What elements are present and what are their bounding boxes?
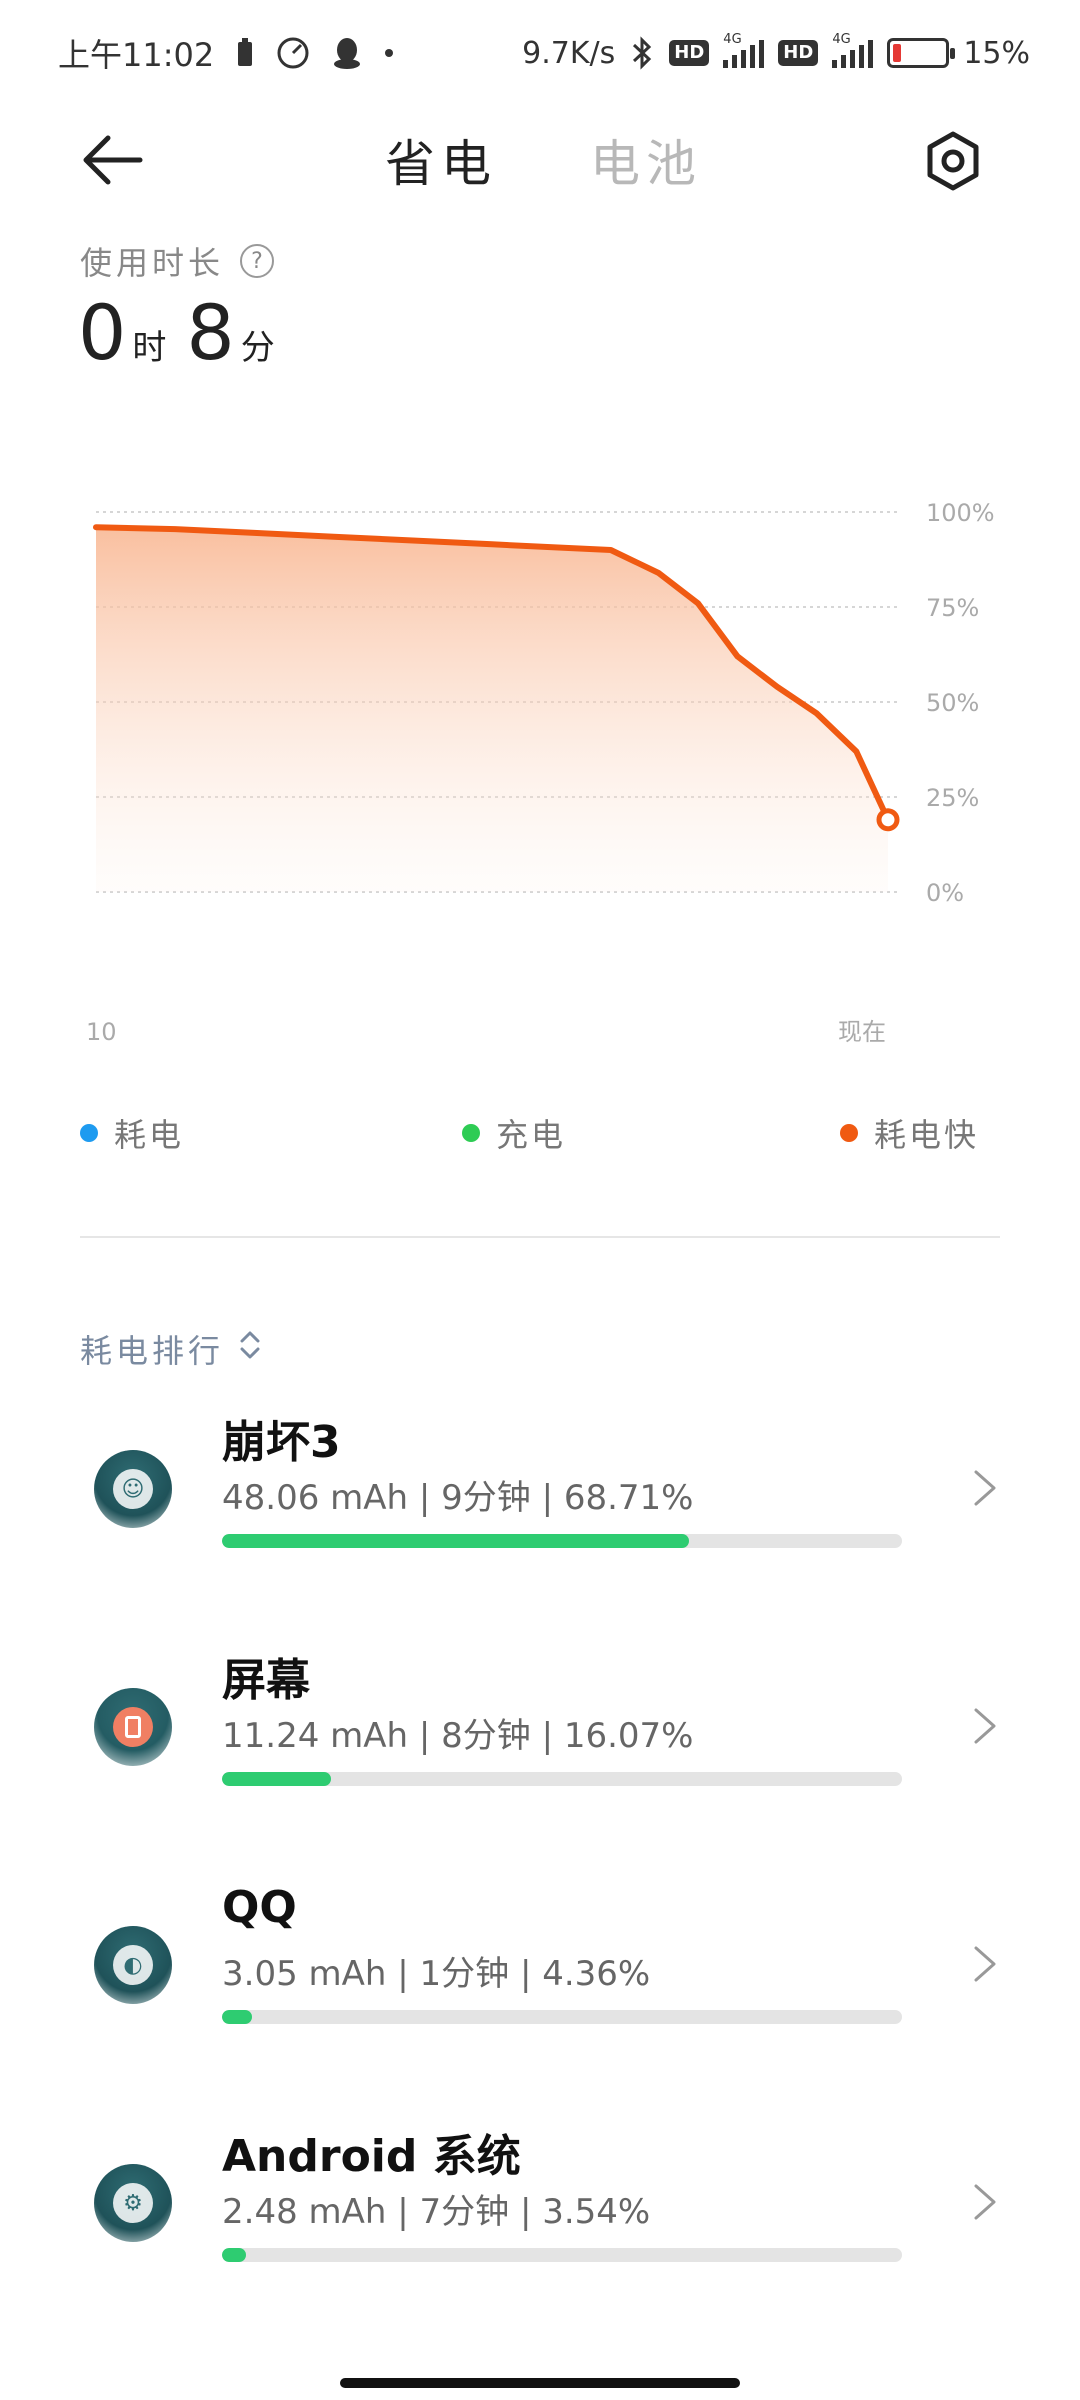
sort-updown-icon: [238, 1329, 262, 1369]
battery-percent: 15%: [963, 35, 1030, 71]
y-tick-label: 0%: [926, 879, 964, 907]
hd-badge-2: HD: [778, 40, 819, 66]
divider: [80, 1236, 1000, 1238]
tab-battery[interactable]: 电池: [590, 124, 702, 196]
ranking-title: 耗电排行: [80, 1332, 225, 1370]
android-app-icon: ⚙: [94, 2164, 172, 2242]
status-left: 上午11:02: [58, 30, 394, 76]
notification-dot-icon: [384, 48, 394, 58]
home-indicator[interactable]: [340, 2378, 740, 2388]
status-right: 9.7K/s HD 4G HD 4G 15%: [522, 30, 1030, 76]
network-type-2: 4G: [832, 32, 851, 47]
usage-duration-value: 0 时 8 分: [78, 288, 289, 377]
hd-badge: HD: [669, 40, 710, 66]
bluetooth-icon: [629, 35, 655, 71]
usage-minutes: 8: [186, 288, 235, 377]
legend-charge: 充电: [462, 1110, 566, 1156]
battery-chart-svg: 100% 75% 50% 25% 0% 10 现在: [86, 499, 995, 1046]
help-icon[interactable]: ?: [240, 244, 275, 278]
usage-hours: 0: [78, 288, 127, 377]
app-name: 屏幕: [222, 1655, 310, 1706]
legend-label-charge: 充电: [496, 1116, 567, 1154]
screen-app-icon: [94, 1688, 172, 1766]
app-row-screen[interactable]: 屏幕 11.24 mAh | 8分钟 | 16.07%: [0, 1624, 1080, 1824]
app-stats: 3.05 mAh | 1分钟 | 4.36%: [222, 1954, 651, 1994]
app-stats: 48.06 mAh | 9分钟 | 68.71%: [222, 1478, 694, 1518]
legend-dot-fast: [840, 1124, 858, 1142]
legend-label-consume: 耗电: [114, 1116, 185, 1154]
honkai-app-icon: ☺: [94, 1450, 172, 1528]
y-tick-label: 25%: [926, 784, 979, 812]
app-name: QQ: [222, 1882, 297, 1933]
battery-level: [893, 44, 901, 62]
usage-label-text: 使用时长: [80, 244, 225, 282]
battery-saver-icon: [236, 38, 254, 68]
chevron-right-icon: [970, 1942, 1000, 1986]
usage-duration-label: 使用时长 ?: [80, 238, 275, 284]
app-name: 崩坏3: [222, 1417, 341, 1468]
y-tick-label: 50%: [926, 689, 979, 717]
app-row-android-system[interactable]: ⚙ Android 系统 2.48 mAh | 7分钟 | 3.54%: [0, 2100, 1080, 2300]
legend-dot-consume: [80, 1124, 98, 1142]
y-tick-label: 75%: [926, 594, 979, 622]
header: 省电 电池: [0, 110, 1080, 210]
current-point-marker: [876, 808, 900, 832]
signal-icon-2: 4G: [832, 32, 874, 68]
clock: 上午11:02: [58, 36, 215, 74]
usage-bar-fill: [222, 1534, 690, 1548]
legend-fast: 耗电快: [840, 1110, 979, 1156]
app-stats: 2.48 mAh | 7分钟 | 3.54%: [222, 2192, 651, 2232]
usage-bar-fill: [222, 2248, 247, 2262]
qq-penguin-icon: [332, 36, 362, 70]
usage-bar: [222, 1534, 902, 1548]
usage-bar-fill: [222, 1772, 332, 1786]
net-speed: 9.7K/s: [522, 35, 616, 71]
speedometer-icon: [276, 36, 310, 70]
legend-consume: 耗电: [80, 1110, 184, 1156]
back-arrow-icon[interactable]: [78, 130, 148, 190]
series-area: [96, 527, 888, 892]
battery-chart[interactable]: 100% 75% 50% 25% 0% 10 现在: [0, 450, 1080, 1070]
y-tick-label: 100%: [926, 499, 995, 527]
app-stats: 11.24 mAh | 8分钟 | 16.07%: [222, 1716, 694, 1756]
usage-bar-fill: [222, 2010, 252, 2024]
legend-dot-charge: [462, 1124, 480, 1142]
legend-label-fast: 耗电快: [874, 1116, 980, 1154]
app-name: Android 系统: [222, 2131, 521, 2182]
qq-app-icon: ◐: [94, 1926, 172, 2004]
settings-icon[interactable]: [920, 128, 986, 194]
usage-minutes-unit: 分: [240, 328, 275, 368]
app-row-qq[interactable]: ◐ QQ 3.05 mAh | 1分钟 | 4.36%: [0, 1862, 1080, 2062]
chevron-right-icon: [970, 1704, 1000, 1748]
usage-bar: [222, 1772, 902, 1786]
app-row-honkai[interactable]: ☺ 崩坏3 48.06 mAh | 9分钟 | 68.71%: [0, 1386, 1080, 1586]
usage-hours-unit: 时: [132, 328, 167, 368]
usage-bar: [222, 2248, 902, 2262]
chevron-right-icon: [970, 1466, 1000, 1510]
battery-icon: [887, 38, 956, 68]
status-bar: 上午11:02 9.7K/s HD 4G HD 4G 15%: [0, 0, 1080, 100]
ranking-sort-toggle[interactable]: 耗电排行: [80, 1326, 262, 1372]
usage-bar: [222, 2010, 902, 2024]
x-tick-label: 10: [86, 1018, 117, 1046]
tab-power-saving[interactable]: 省电: [385, 124, 497, 196]
signal-icon: 4G: [723, 32, 765, 68]
x-tick-label: 现在: [838, 1018, 886, 1046]
chevron-right-icon: [970, 2180, 1000, 2224]
network-type: 4G: [723, 32, 742, 47]
